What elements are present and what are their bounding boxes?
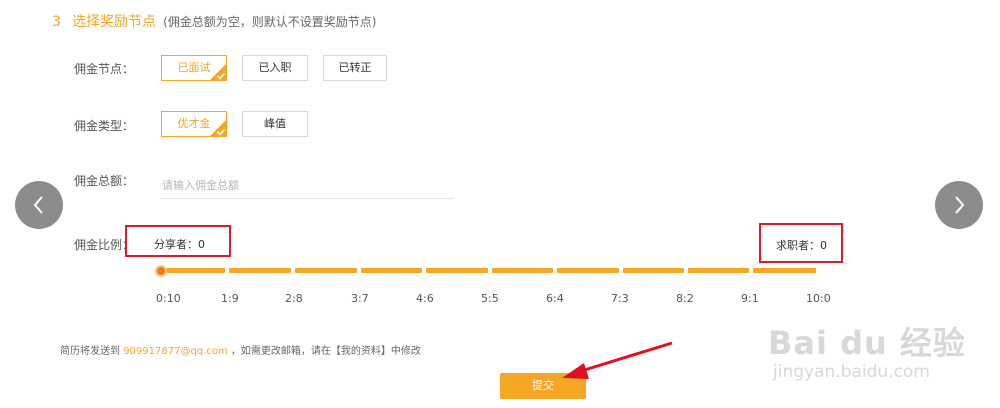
sharer-highlight-box: 分享者：0 [125,225,231,257]
node-option-onboarded-label: 已入职 [258,61,292,74]
email-note-suffix: ，如需更改邮箱，请在【我的资料】中修改 [230,346,421,357]
email-address-link[interactable]: 909917877@qq.com [123,346,228,357]
ratio-tick-8-2[interactable]: 8:2 [676,292,694,305]
slider-segment[interactable] [295,268,357,273]
check-icon [216,128,226,136]
ratio-tick-1-9[interactable]: 1:9 [221,292,239,305]
slider-segment[interactable] [162,268,225,273]
type-option-peak[interactable]: 峰值 [242,111,308,137]
commission-total-label: 佣金总额： [74,174,135,188]
commission-type-label: 佣金类型： [74,119,135,133]
slider-segment[interactable] [557,268,619,273]
node-option-regularized-label: 已转正 [338,61,372,74]
chevron-right-icon [955,196,965,214]
slider-segment[interactable] [361,268,422,273]
slider-segment[interactable] [623,268,684,273]
resume-email-note: 简历将发送到 909917877@qq.com ，如需更改邮箱，请在【我的资料】… [60,342,421,357]
section-note: (佣金总额为空，则默认不设置奖励节点) [163,15,377,29]
ratio-tick-5-5[interactable]: 5:5 [481,292,499,305]
type-option-youcaijin-label: 优才金 [177,117,211,130]
red-arrow-icon [562,341,673,379]
baidu-watermark: Bai du 经验 [768,324,966,362]
sharer-value: 分享者：0 [154,238,205,251]
email-note-prefix: 简历将发送到 [60,346,120,357]
section-title: 3 选择奖励节点 (佣金总额为空，则默认不设置奖励节点) [52,11,376,31]
slider-segment[interactable] [492,268,553,273]
seeker-highlight-box: 求职者：0 [759,223,843,263]
slider-handle[interactable] [155,265,167,277]
slider-segment[interactable] [426,268,488,273]
slider-segment[interactable] [688,268,749,273]
check-icon [216,72,226,80]
node-option-interviewed-label: 已面试 [177,61,211,74]
ratio-tick-9-1[interactable]: 9:1 [741,292,759,305]
ratio-tick-0-10[interactable]: 0:10 [156,292,181,305]
ratio-tick-4-6[interactable]: 4:6 [416,292,434,305]
baidu-watermark-url: jingyan.baidu.com [773,362,930,382]
section-number: 3 [52,14,61,30]
section-heading: 选择奖励节点 [72,14,157,30]
prev-arrow-button[interactable] [15,181,63,229]
node-option-regularized[interactable]: 已转正 [323,55,387,81]
ratio-tick-2-8[interactable]: 2:8 [285,292,303,305]
node-option-interviewed[interactable]: 已面试 [161,55,227,81]
slider-segment[interactable] [229,268,291,273]
type-option-youcaijin[interactable]: 优才金 [161,111,227,137]
commission-total-input[interactable] [161,172,454,199]
ratio-tick-7-3[interactable]: 7:3 [611,292,629,305]
slider-segment[interactable] [753,268,816,273]
type-option-peak-label: 峰值 [264,117,286,130]
next-arrow-button[interactable] [935,181,983,229]
ratio-tick-10-0[interactable]: 10:0 [806,292,831,305]
node-option-onboarded[interactable]: 已入职 [242,55,308,81]
ratio-tick-6-4[interactable]: 6:4 [546,292,564,305]
seeker-value: 求职者：0 [776,239,827,252]
chevron-left-icon [33,196,43,214]
ratio-tick-3-7[interactable]: 3:7 [351,292,369,305]
commission-node-label: 佣金节点： [74,62,135,76]
